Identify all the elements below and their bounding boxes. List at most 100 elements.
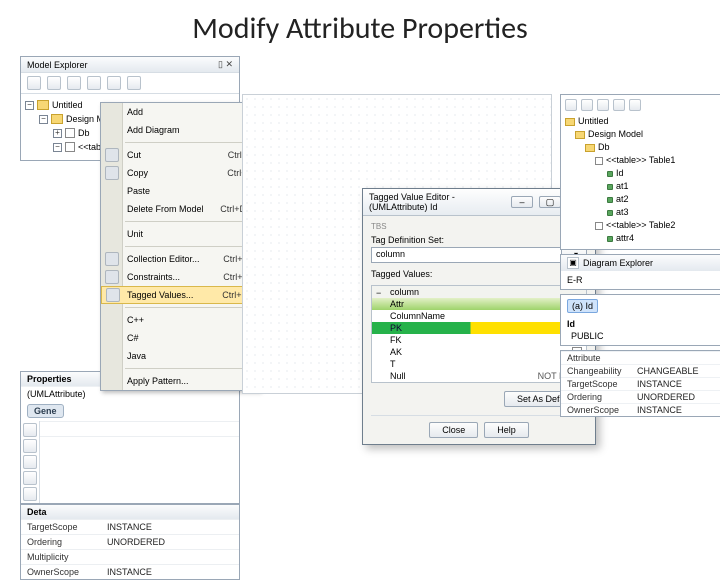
toolbar-button[interactable] [581, 99, 593, 111]
tv-row-null[interactable]: NullNOT NULL [372, 370, 586, 382]
selected-attribute[interactable]: (a) Id [567, 299, 598, 313]
ctx-constraints-label: Constraints... [127, 272, 180, 282]
tag-def-set-value[interactable]: column [371, 247, 562, 263]
toolbar-button[interactable] [565, 99, 577, 111]
right-model-tree-panel: Untitled Design Model Db <<table>> Table… [560, 94, 720, 250]
expand-icon[interactable]: − [53, 143, 62, 152]
property-icon[interactable] [23, 471, 37, 485]
toolbar-button[interactable] [87, 76, 101, 90]
toolbar-button[interactable] [127, 76, 141, 90]
expand-icon[interactable]: + [53, 129, 62, 138]
tv-row-ak[interactable]: AK [372, 346, 586, 358]
ctx-collection-editor[interactable]: Collection Editor...Ctrl+F5 [101, 250, 259, 268]
dialog-caption: TBS [371, 222, 587, 231]
ctx-paste[interactable]: Paste [101, 182, 259, 200]
attr-icon [607, 171, 613, 177]
tree-item[interactable]: Untitled [578, 115, 609, 128]
tv-group-label: column [390, 287, 419, 297]
ctx-copy-label: Copy [127, 168, 148, 178]
tree-item[interactable]: at1 [616, 180, 629, 193]
expand-icon[interactable]: − [39, 115, 48, 124]
ctx-add[interactable]: Add▶ [101, 103, 259, 121]
ctx-constraints[interactable]: Constraints...Ctrl+F6 [101, 268, 259, 286]
diagram-explorer-label: Diagram Explorer [583, 258, 653, 268]
tree-item[interactable]: Design Model [588, 128, 643, 141]
visibility-row: PUBLIC [567, 331, 719, 341]
tree-item[interactable]: attr4 [616, 232, 634, 245]
tv-row-fk[interactable]: FK [372, 334, 586, 346]
tv-row-pk[interactable]: PK✓ [372, 322, 586, 334]
ctx-cut[interactable]: CutCtrl+X [101, 146, 259, 164]
folder-icon [37, 100, 49, 110]
toolbar-button[interactable] [27, 76, 41, 90]
ctx-tagged-values[interactable]: Tagged Values...Ctrl+F7 [101, 286, 259, 304]
diagram-item[interactable]: E-R [567, 275, 719, 285]
expand-icon[interactable]: ▣ [567, 257, 579, 269]
tree-db[interactable]: Db [78, 126, 90, 140]
tree-item[interactable]: at2 [616, 193, 629, 206]
ctx-cs-label: C# [127, 333, 139, 343]
ctx-apply-pattern[interactable]: Apply Pattern... [101, 372, 259, 390]
tree-item[interactable]: <<table>> Table2 [606, 219, 675, 232]
ctx-cut-label: Cut [127, 150, 141, 160]
expand-icon[interactable]: − [376, 288, 381, 298]
toolbar-button[interactable] [597, 99, 609, 111]
ctx-cpp[interactable]: C++▶ [101, 311, 259, 329]
prop-value[interactable]: UNORDERED [107, 537, 165, 547]
rprop-value[interactable]: UNORDERED [637, 392, 695, 402]
prop-value[interactable]: INSTANCE [107, 567, 152, 577]
expand-icon[interactable]: − [25, 101, 34, 110]
toolbar-button[interactable] [47, 76, 61, 90]
properties-list [40, 421, 239, 503]
property-icon[interactable] [23, 439, 37, 453]
toolbar-button[interactable] [107, 76, 121, 90]
tv-row-columnname[interactable]: ColumnName [372, 310, 586, 322]
right-column: Untitled Design Model Db <<table>> Table… [560, 94, 720, 417]
toolbar-button[interactable] [67, 76, 81, 90]
ctx-unit[interactable]: Unit▶ [101, 225, 259, 243]
ctx-copy[interactable]: CopyCtrl+C [101, 164, 259, 182]
rprop-value[interactable]: INSTANCE [637, 405, 682, 415]
visibility-value[interactable]: PUBLIC [571, 331, 604, 341]
rprop-value[interactable]: CHANGEABLE [637, 366, 699, 376]
maximize-button[interactable]: ▢ [539, 196, 561, 208]
pin-close-icon[interactable]: ▯ ✕ [218, 59, 233, 70]
tree-item[interactable]: Id [616, 167, 624, 180]
tree-root[interactable]: Untitled [52, 98, 83, 112]
model-explorer-title: Model Explorer ▯ ✕ [21, 57, 239, 72]
tv-row-label: T [390, 359, 396, 369]
prop-value[interactable]: INSTANCE [107, 522, 152, 532]
rprop-row: OrderingUNORDERED [561, 390, 720, 403]
tree-item[interactable]: Db [598, 141, 610, 154]
tagged-values-label: Tagged Values: [371, 269, 587, 279]
close-dialog-button[interactable]: Close [429, 422, 478, 438]
tv-row-attr[interactable]: Attr [372, 298, 586, 310]
tagged-values-tree: −column Attr ColumnName PK✓ FK AK T Null… [371, 285, 587, 383]
help-button[interactable]: Help [484, 422, 529, 438]
toolbar-button[interactable] [629, 99, 641, 111]
ctx-apply-label: Apply Pattern... [127, 376, 189, 386]
ctx-delete[interactable]: Delete From ModelCtrl+Del [101, 200, 259, 218]
property-icon[interactable] [23, 455, 37, 469]
ctx-java[interactable]: Java▶ [101, 347, 259, 365]
detail-header: Deta [21, 505, 239, 519]
minimize-button[interactable]: – [511, 196, 533, 208]
tv-row-t[interactable]: T [372, 358, 586, 370]
tree-item[interactable]: <<table>> Table1 [606, 154, 675, 167]
tag-def-set-combo[interactable]: column ▾ [371, 247, 587, 263]
properties-general-tab[interactable]: Gene [27, 404, 64, 418]
toolbar-button[interactable] [613, 99, 625, 111]
prop-row: OrderingUNORDERED [21, 534, 239, 549]
separator [125, 368, 255, 369]
collection-icon [105, 252, 119, 266]
property-icon[interactable] [23, 487, 37, 501]
ctx-add-label: Add [127, 107, 143, 117]
tree-item[interactable]: at3 [616, 206, 629, 219]
ctx-add-diagram[interactable]: Add Diagram▶ [101, 121, 259, 139]
rprop-name: Changeability [567, 366, 637, 376]
prop-name: OwnerScope [27, 567, 107, 577]
rprop-value[interactable]: INSTANCE [637, 379, 682, 389]
tv-group-column[interactable]: −column [372, 286, 586, 298]
ctx-csharp[interactable]: C#▶ [101, 329, 259, 347]
property-icon[interactable] [23, 423, 37, 437]
